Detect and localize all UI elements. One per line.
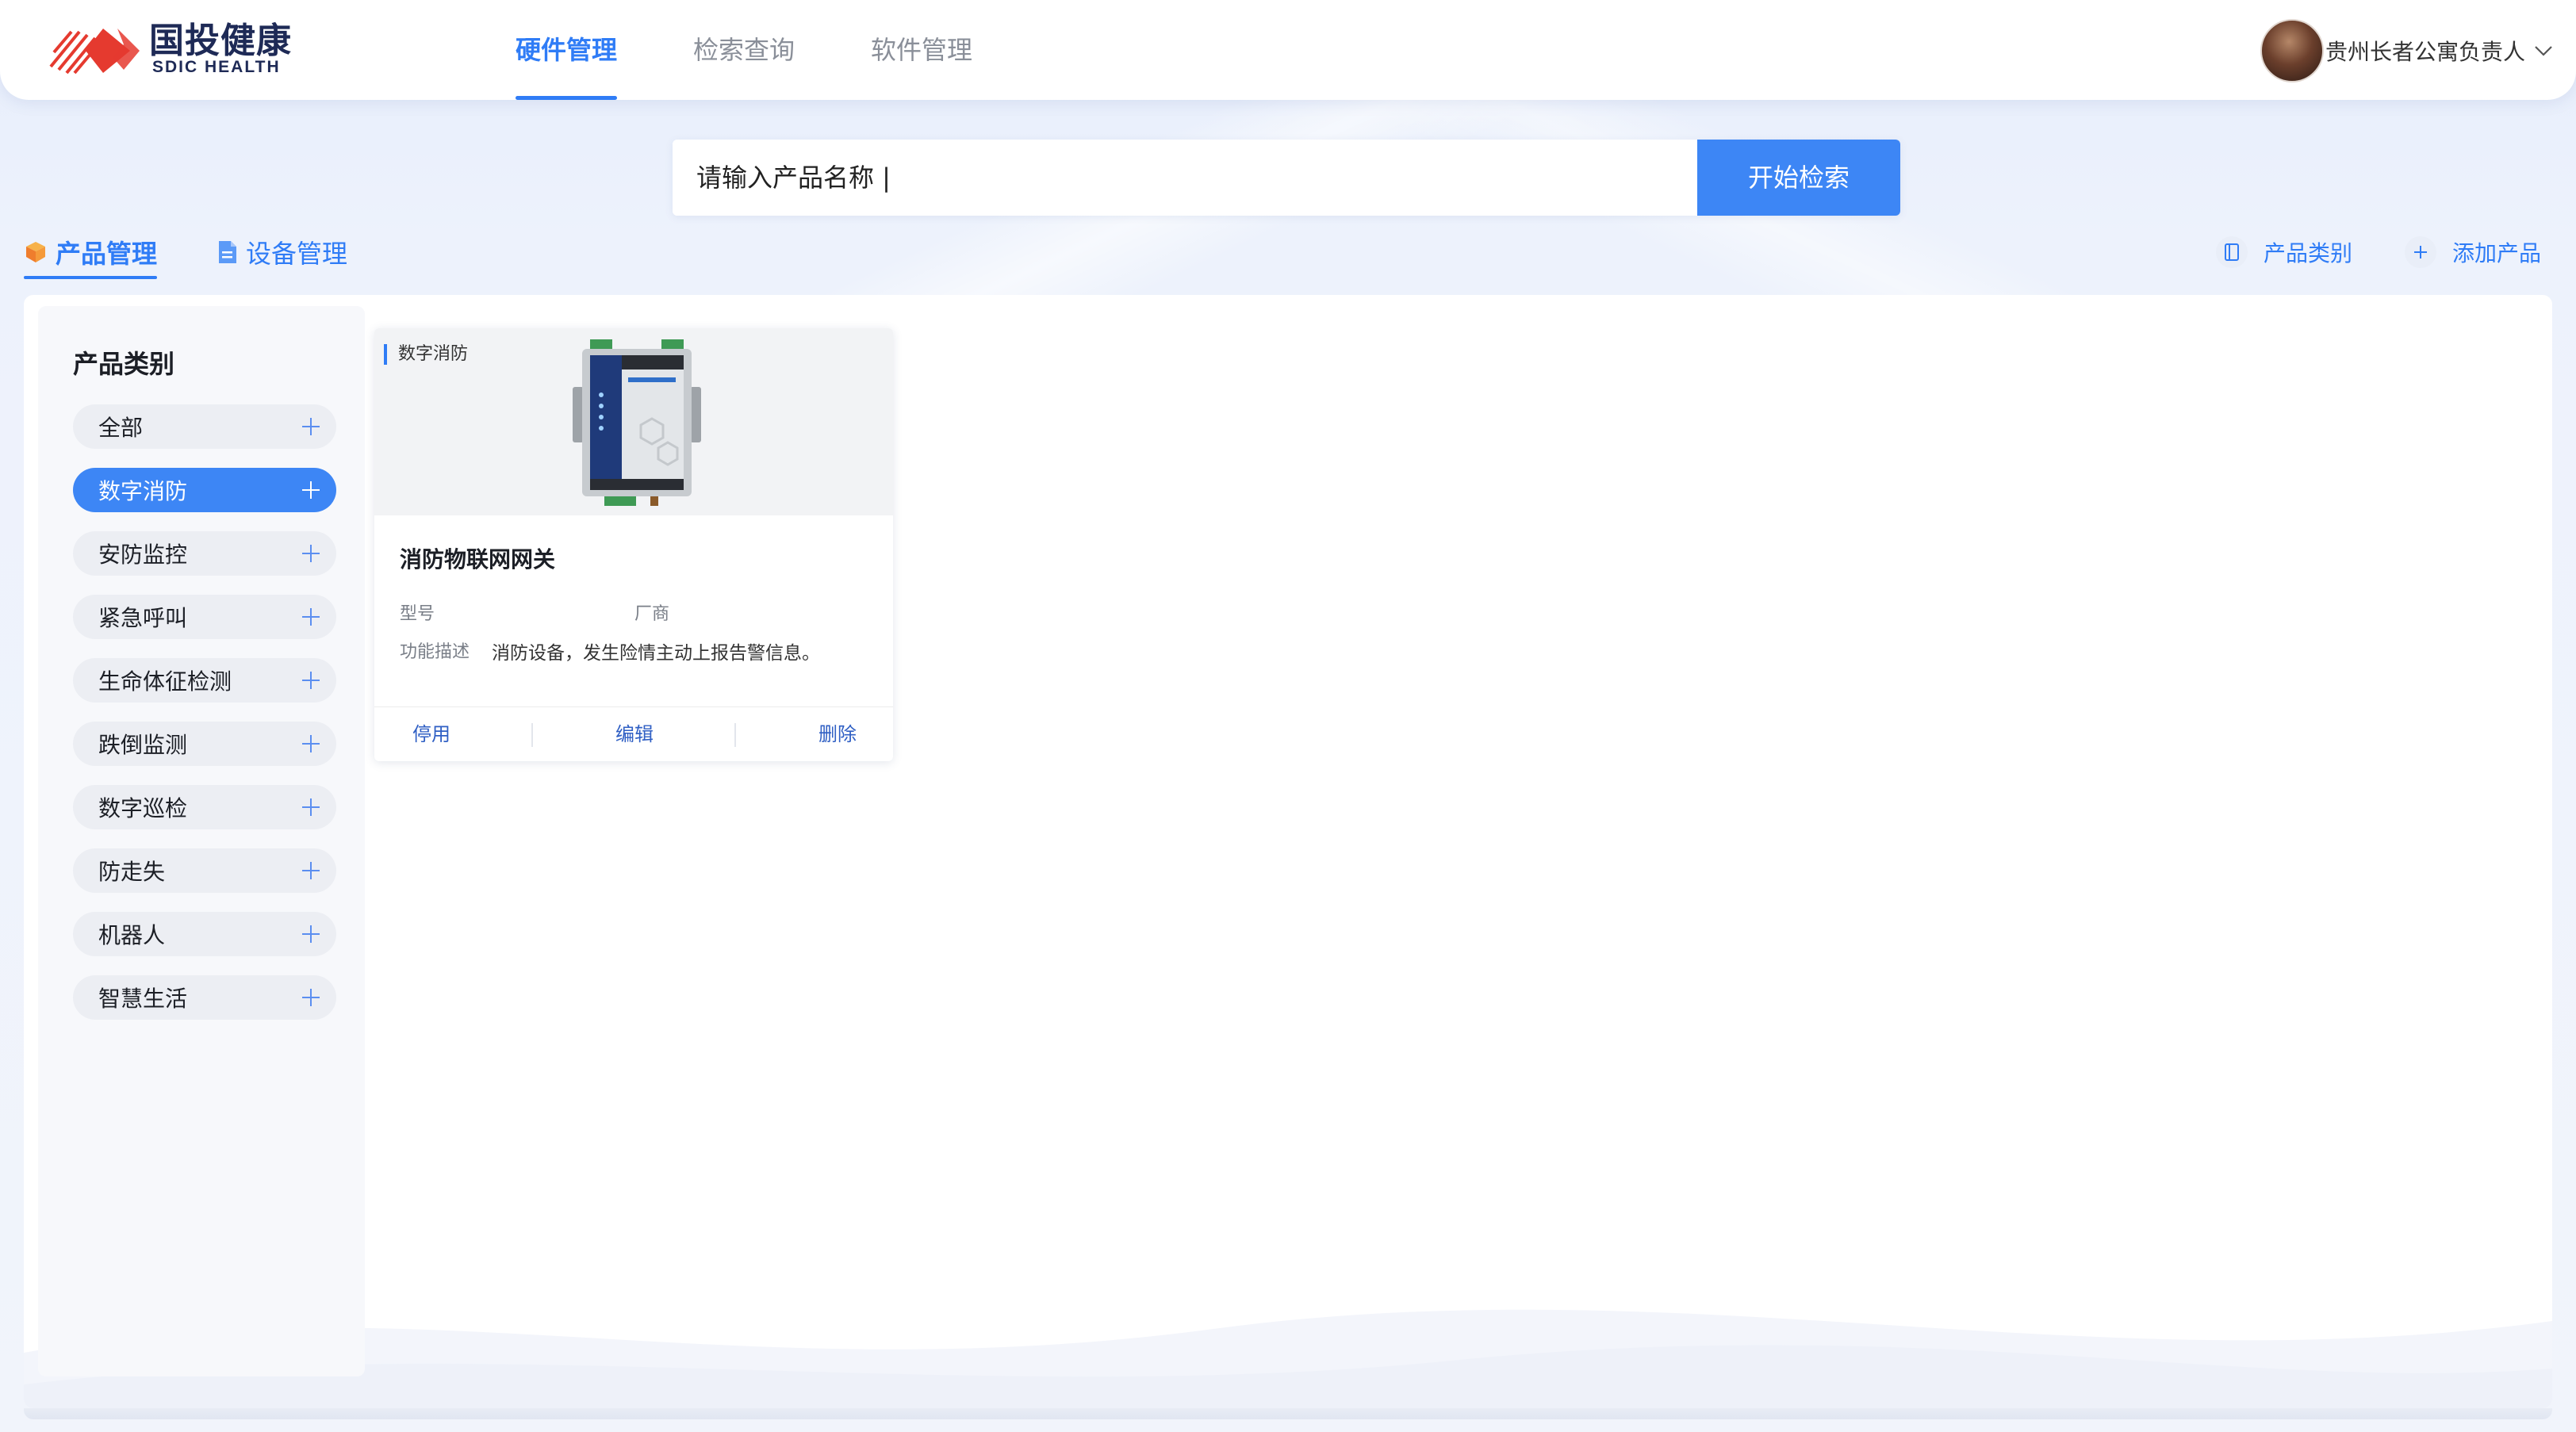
model-label: 型号 (400, 604, 435, 624)
category-label: 智慧生活 (98, 986, 188, 1012)
category-label: 数字巡检 (98, 795, 188, 821)
edit-button[interactable]: 编辑 (615, 707, 654, 761)
divider (531, 723, 533, 747)
user-name: 贵州长者公寓负责人 (2325, 39, 2525, 65)
category-label: 紧急呼叫 (98, 605, 188, 631)
category-label: 防走失 (98, 859, 166, 885)
plus-icon[interactable] (300, 733, 322, 755)
category-item[interactable]: 生命体征检测 (73, 658, 336, 703)
avatar[interactable] (2260, 19, 2324, 82)
document-icon (219, 241, 237, 263)
category-item[interactable]: 数字巡检 (73, 785, 336, 829)
category-item[interactable]: 跌倒监测 (73, 722, 336, 766)
plus-icon[interactable] (300, 986, 322, 1009)
tab-software[interactable]: 软件管理 (871, 0, 972, 100)
category-label: 跌倒监测 (98, 732, 188, 758)
category-item-active[interactable]: 数字消防 (73, 468, 336, 512)
card-actions: 停用 编辑 删除 (374, 706, 893, 761)
chevron-down-icon[interactable] (2533, 40, 2554, 61)
divider (734, 723, 736, 747)
category-label: 机器人 (98, 922, 166, 948)
tab-search-query[interactable]: 检索查询 (693, 0, 795, 100)
user-menu[interactable]: 贵州长者公寓负责人 (2260, 19, 2554, 82)
category-item[interactable]: 安防监控 (73, 531, 336, 576)
plus-icon[interactable] (300, 479, 322, 501)
category-label: 生命体征检测 (98, 668, 232, 695)
category-item[interactable]: 紧急呼叫 (73, 595, 336, 639)
plus-icon[interactable] (300, 669, 322, 691)
category-icon (2215, 236, 2248, 268)
wave-decoration (24, 1309, 2552, 1408)
gateway-device-image (573, 339, 701, 506)
product-name: 消防物联网网关 (400, 546, 556, 572)
product-category-button[interactable]: 产品类别 (2215, 236, 2352, 268)
tab-device-management-label: 设备管理 (246, 239, 348, 269)
plus-icon[interactable] (300, 415, 322, 438)
tab-product-management-label: 产品管理 (56, 239, 158, 269)
plus-icon[interactable] (300, 923, 322, 945)
logo-mark-icon (49, 29, 140, 75)
category-label: 数字消防 (98, 478, 188, 504)
product-image-area: 数字消防 (374, 328, 893, 515)
main-nav: 硬件管理 检索查询 软件管理 (516, 0, 1048, 100)
tab-product-management[interactable]: 产品管理 (24, 230, 158, 279)
plus-icon[interactable] (300, 542, 322, 565)
category-list: 全部 数字消防 安防监控 紧急呼叫 生命体征检测 跌倒监测 数字巡检 防走失 机… (73, 404, 336, 1039)
logo-text-cn: 国投健康 (149, 21, 292, 61)
cube-icon (26, 242, 45, 262)
tab-device-management[interactable]: 设备管理 (217, 230, 347, 274)
product-card[interactable]: 数字消防 消防物联网网关 型号 厂商 功能描述 消防设备，发生险情主动上报告警信… (374, 328, 893, 761)
category-label: 安防监控 (98, 542, 188, 568)
logo-text-en: SDIC HEALTH (152, 58, 281, 76)
category-sidebar: 产品类别 全部 数字消防 安防监控 紧急呼叫 生命体征检测 跌倒监测 数字巡检 … (38, 306, 365, 1376)
top-header: 国投健康 SDIC HEALTH 硬件管理 检索查询 软件管理 贵州长者公寓负责… (0, 0, 2576, 100)
tab-hardware[interactable]: 硬件管理 (516, 0, 618, 100)
description-value: 消防设备，发生险情主动上报告警信息。 (492, 643, 820, 664)
toolbar-actions: 产品类别 添加产品 (2164, 230, 2541, 274)
product-category-tag: 数字消防 (384, 344, 468, 365)
add-product-label: 添加产品 (2451, 240, 2541, 266)
sidebar-title: 产品类别 (73, 349, 175, 379)
delete-button[interactable]: 删除 (818, 707, 857, 761)
category-item[interactable]: 防走失 (73, 848, 336, 893)
category-label: 全部 (98, 415, 144, 441)
description-label: 功能描述 (400, 642, 470, 662)
vendor-label: 厂商 (634, 604, 670, 624)
search-button[interactable]: 开始检索 (1697, 140, 1900, 216)
bottom-scrollbar[interactable] (24, 1408, 2552, 1419)
plus-icon[interactable] (300, 796, 322, 818)
search-input[interactable] (673, 140, 1697, 216)
logo: 国投健康 SDIC HEALTH (48, 21, 309, 76)
category-item[interactable]: 全部 (73, 404, 336, 449)
plus-icon[interactable] (300, 860, 322, 882)
sub-tabs: 产品管理 设备管理 (24, 230, 408, 279)
add-product-button[interactable]: 添加产品 (2404, 236, 2541, 268)
disable-button[interactable]: 停用 (412, 707, 450, 761)
category-item[interactable]: 智慧生活 (73, 975, 336, 1020)
main-panel: 产品类别 全部 数字消防 安防监控 紧急呼叫 生命体征检测 跌倒监测 数字巡检 … (24, 295, 2552, 1408)
plus-icon[interactable] (300, 606, 322, 628)
product-category-label: 产品类别 (2263, 240, 2352, 266)
plus-icon (2404, 236, 2436, 268)
category-item[interactable]: 机器人 (73, 912, 336, 956)
search-bar: 开始检索 (673, 140, 1900, 216)
